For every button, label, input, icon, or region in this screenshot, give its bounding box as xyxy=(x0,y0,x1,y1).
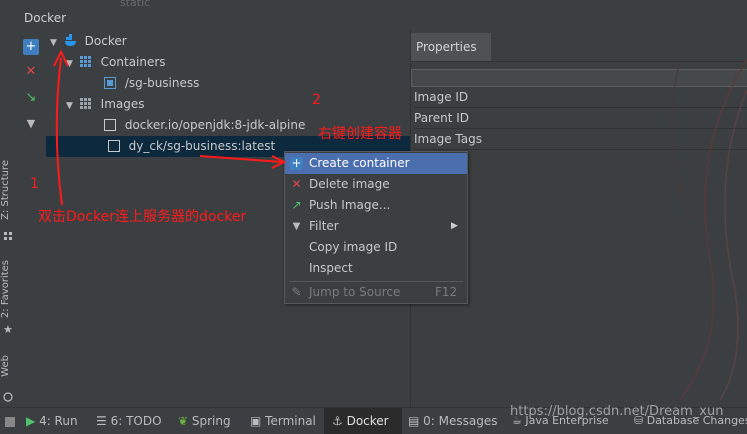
tab-todo[interactable]: ☰ 6: TODO xyxy=(96,408,162,434)
tab-messages[interactable]: ▤ 0: Messages xyxy=(408,408,498,434)
terminal-icon: ▣ xyxy=(250,414,262,428)
bottom-tool-tabs: ▶ 4: Run ☰ 6: TODO ❦ Spring ▣ Terminal ⚓… xyxy=(0,404,747,434)
annotation-number-2: 2 xyxy=(312,92,321,108)
tab-spring[interactable]: ❦ Spring xyxy=(178,408,231,434)
annotation-note-double-click: 双击Docker连上服务器的docker xyxy=(38,209,247,225)
tab-terminal[interactable]: ▣ Terminal xyxy=(250,408,316,434)
run-icon: ▶ xyxy=(26,414,36,428)
docker-icon: ⚓ xyxy=(332,414,343,428)
annotation-number-1: 1 xyxy=(30,176,39,192)
tab-run[interactable]: ▶ 4: Run xyxy=(26,408,78,434)
spring-icon: ❦ xyxy=(178,414,189,428)
watermark: https://blog.csdn.net/Dream_xun xyxy=(510,404,724,419)
todo-icon: ☰ xyxy=(96,414,107,428)
panel-toggle-icon[interactable] xyxy=(5,414,15,427)
annotation-note-right-click: 右键创建容器 xyxy=(318,126,402,142)
messages-icon: ▤ xyxy=(408,414,420,428)
tab-docker[interactable]: ⚓ Docker xyxy=(324,408,402,434)
